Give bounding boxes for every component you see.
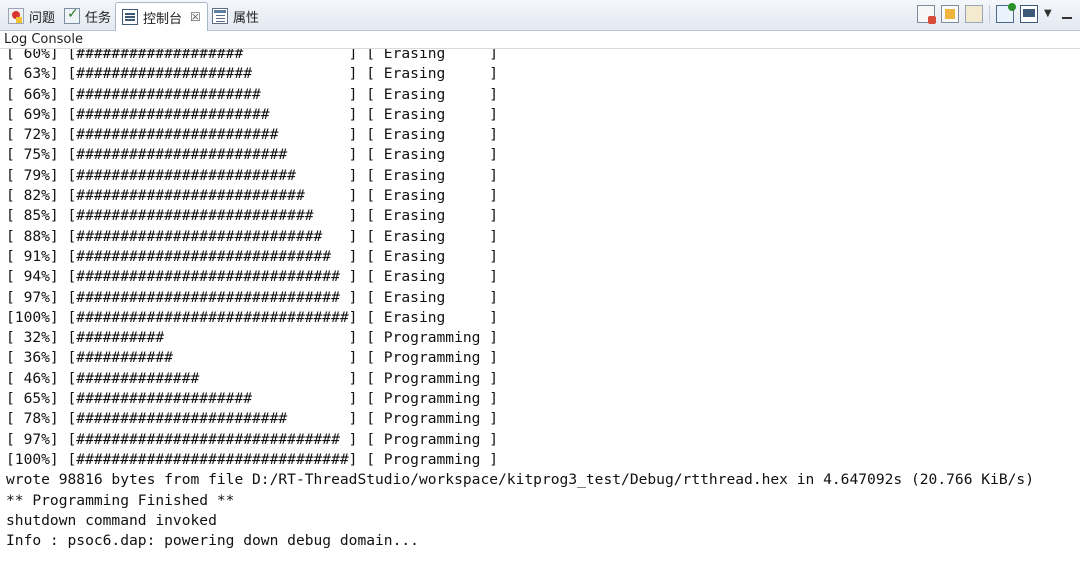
tab-label: 问题	[29, 10, 56, 26]
tab-label: 属性	[233, 10, 260, 26]
console-lines: [ 60%] [################### ] [ Erasing …	[6, 49, 1034, 551]
toolbar-separator	[989, 5, 990, 23]
console-line: [ 85%] [########################### ] [ …	[6, 207, 499, 225]
console-icon	[122, 9, 138, 25]
console-line: [ 79%] [######################### ] [ Er…	[6, 166, 499, 184]
console-line: [ 36%] [########### ] [ Programming ]	[6, 349, 499, 367]
console-line: [ 72%] [####################### ] [ Eras…	[6, 126, 499, 144]
console-line: [ 32%] [########## ] [ Programming ]	[6, 329, 499, 347]
tab-problems[interactable]: 问题	[2, 2, 61, 30]
tab-label: 控制台	[143, 11, 183, 27]
tab-console[interactable]: 控制台 ☒	[115, 2, 208, 31]
scroll-lock-icon[interactable]	[941, 5, 959, 23]
console-line: [ 78%] [######################## ] [ Pro…	[6, 410, 499, 428]
view-menu-icon[interactable]: ▼	[1044, 5, 1054, 23]
console-output[interactable]: [ 60%] [################### ] [ Erasing …	[0, 49, 1080, 567]
tab-label: 任务	[85, 10, 112, 26]
console-line: Info : psoc6.dap: powering down debug do…	[6, 532, 419, 550]
console-line: wrote 98816 bytes from file D:/RT-Thread…	[6, 471, 1034, 489]
pin-console-icon[interactable]	[965, 5, 983, 23]
console-line: shutdown command invoked	[6, 511, 217, 529]
console-line: [ 94%] [############################## ]…	[6, 268, 499, 286]
console-line: [ 66%] [##################### ] [ Erasin…	[6, 85, 499, 103]
console-toolbar: ▼	[917, 3, 1074, 24]
console-line: [ 97%] [############################## ]…	[6, 430, 499, 448]
console-line: [ 91%] [############################# ] …	[6, 247, 499, 265]
console-line: [ 82%] [########################## ] [ E…	[6, 187, 499, 205]
problems-icon	[8, 8, 24, 24]
console-line: ** Programming Finished **	[6, 491, 235, 509]
close-tab-icon[interactable]: ☒	[190, 10, 201, 24]
display-console-icon[interactable]	[996, 3, 1016, 23]
console-line: [100%] [###############################]…	[6, 450, 499, 468]
console-line: [ 60%] [################### ] [ Erasing …	[6, 49, 499, 62]
tab-tasks[interactable]: 任务	[58, 2, 117, 30]
console-line: [ 75%] [######################## ] [ Era…	[6, 146, 499, 164]
console-title: Log Console	[0, 31, 1080, 49]
properties-icon	[212, 8, 228, 24]
open-console-icon[interactable]	[1020, 5, 1038, 23]
view-tab-bar: 问题 任务 控制台 ☒ 属性 ▼	[0, 0, 1080, 31]
console-line: [ 97%] [############################## ]…	[6, 288, 499, 306]
minimize-icon[interactable]	[1060, 5, 1074, 23]
tasks-icon	[64, 6, 80, 24]
console-line: [100%] [###############################]…	[6, 308, 499, 326]
console-line: [ 88%] [############################ ] […	[6, 227, 499, 245]
clear-console-icon[interactable]	[917, 5, 936, 24]
console-line: [ 46%] [############## ] [ Programming ]	[6, 369, 499, 387]
console-line: [ 63%] [#################### ] [ Erasing…	[6, 65, 499, 83]
console-line: [ 65%] [#################### ] [ Program…	[6, 390, 499, 408]
tab-properties[interactable]: 属性	[206, 2, 265, 30]
console-line: [ 69%] [###################### ] [ Erasi…	[6, 105, 499, 123]
